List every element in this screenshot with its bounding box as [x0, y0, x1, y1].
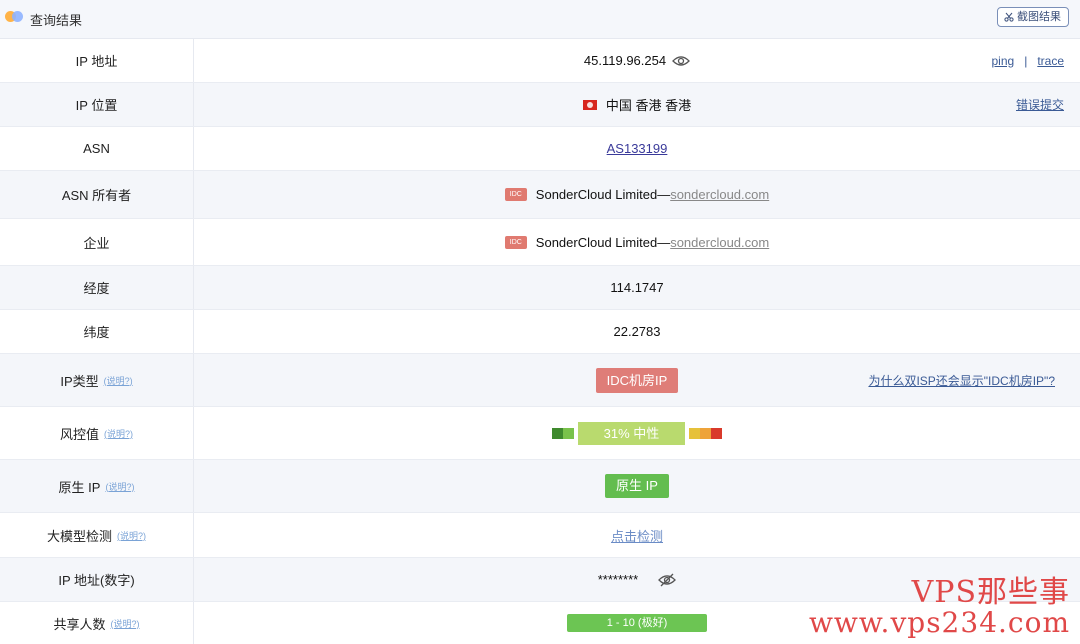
risk-segment — [689, 427, 700, 439]
latitude-label: 纬度 — [83, 325, 110, 340]
eye-icon[interactable] — [672, 55, 690, 67]
risk-label: 风控值 — [59, 426, 99, 442]
location-value-cell: 中国 香港 香港 — [194, 83, 1080, 126]
row-label: 共享人数 (说明?) — [0, 602, 194, 644]
latitude-value: 22.2783 — [613, 324, 661, 339]
why-idc-link[interactable]: 为什么双ISP还会显示"IDC机房IP"? — [868, 372, 1055, 389]
risk-score-indicator: 31% 中性 — [578, 421, 685, 445]
hong-kong-flag-icon — [582, 99, 597, 110]
row-asn-owner: ASN 所有者 IDC SonderCloud Limited— sonderc… — [0, 171, 1080, 219]
watermark: VPS那些事 www.vps234.com — [809, 578, 1070, 638]
ip-type-actions: 为什么双ISP还会显示"IDC机房IP"? — [868, 354, 1055, 406]
row-label: 企业 — [0, 219, 194, 265]
idc-badge-icon: IDC — [504, 235, 527, 249]
location-value: 中国 香港 香港 — [605, 98, 692, 113]
llm-value-cell: 点击检测 — [194, 513, 1080, 557]
idc-badge-icon: IDC — [504, 188, 527, 201]
row-label: ASN — [0, 127, 194, 170]
row-native-ip: 原生 IP (说明?) 原生 IP — [0, 460, 1080, 513]
row-label: IP 地址 — [0, 39, 194, 82]
row-latitude: 纬度 22.2783 — [0, 310, 1080, 354]
help-link[interactable]: (说明?) — [105, 480, 134, 493]
help-link[interactable]: (说明?) — [111, 617, 140, 630]
longitude-value: 114.1747 — [610, 280, 664, 295]
native-ip-value-cell: 原生 IP — [194, 460, 1080, 512]
asn-owner-label: ASN 所有者 — [61, 188, 132, 203]
results-header: 查询结果 截图结果 — [0, 0, 1080, 39]
asn-owner-name: SonderCloud Limited— — [535, 187, 671, 202]
eye-off-icon[interactable] — [658, 573, 677, 587]
separator: | — [1024, 53, 1028, 68]
latitude-value-cell: 22.2783 — [194, 310, 1080, 353]
llm-label: 大模型检测 — [46, 528, 112, 544]
row-label: ASN 所有者 — [0, 171, 194, 218]
shared-users-bar: 1 - 10 (极好) — [567, 614, 707, 632]
risk-segment — [700, 427, 711, 439]
native-ip-label: 原生 IP — [58, 479, 101, 495]
location-label: IP 位置 — [75, 98, 118, 113]
risk-segment — [563, 427, 574, 439]
row-company: 企业 IDC SonderCloud Limited— sondercloud.… — [0, 219, 1080, 266]
ip-numeric-value: ******** — [597, 572, 639, 587]
row-label: IP类型 (说明?) — [0, 354, 194, 406]
help-link[interactable]: (说明?) — [104, 427, 133, 440]
row-longitude: 经度 114.1747 — [0, 266, 1080, 310]
asn-label: ASN — [83, 141, 110, 156]
asn-value-cell: AS133199 — [194, 127, 1080, 170]
ip-numeric-label: IP 地址(数字) — [58, 573, 135, 588]
ip-actions: ping | trace — [992, 39, 1065, 82]
row-ip-address: IP 地址 45.119.96.254 ping | trace — [0, 39, 1080, 83]
screenshot-button[interactable]: 截图结果 — [997, 7, 1069, 27]
page-title: 查询结果 — [30, 13, 83, 28]
location-actions: 错误提交 — [1016, 83, 1064, 126]
row-risk-score: 风控值 (说明?) 31% 中性 — [0, 407, 1080, 460]
asn-owner-domain-link[interactable]: sondercloud.com — [670, 187, 769, 202]
ip-type-tag: IDC机房IP — [595, 367, 679, 393]
row-label: 经度 — [0, 266, 194, 309]
asn-link[interactable]: AS133199 — [607, 141, 668, 156]
shared-label: 共享人数 — [53, 616, 106, 632]
row-label: 风控值 (说明?) — [0, 407, 194, 459]
ping-link[interactable]: ping — [992, 54, 1015, 68]
ip-label: IP 地址 — [75, 54, 118, 69]
ip-value-cell: 45.119.96.254 — [194, 39, 1080, 82]
risk-value-cell: 31% 中性 — [194, 407, 1080, 459]
help-link[interactable]: (说明?) — [104, 374, 133, 387]
row-label: 原生 IP (说明?) — [0, 460, 194, 512]
detect-link[interactable]: 点击检测 — [611, 526, 663, 545]
row-llm-detection: 大模型检测 (说明?) 点击检测 — [0, 513, 1080, 558]
company-value-cell: IDC SonderCloud Limited— sondercloud.com — [194, 219, 1080, 265]
longitude-label: 经度 — [83, 281, 110, 296]
row-label: IP 地址(数字) — [0, 558, 194, 601]
native-ip-tag: 原生 IP — [605, 474, 669, 498]
row-ip-type: IP类型 (说明?) IDC机房IP 为什么双ISP还会显示"IDC机房IP"? — [0, 354, 1080, 407]
watermark-line1: VPS那些事 — [911, 575, 1070, 610]
watermark-line2: www.vps234.com — [808, 606, 1070, 639]
report-error-link[interactable]: 错误提交 — [1016, 96, 1064, 113]
row-label: 纬度 — [0, 310, 194, 353]
ip-type-label: IP类型 — [60, 373, 99, 389]
scissors-icon — [1004, 12, 1014, 22]
company-label: 企业 — [83, 235, 110, 251]
company-domain-link[interactable]: sondercloud.com — [670, 235, 769, 250]
help-link[interactable]: (说明?) — [117, 529, 146, 542]
app-logo-icon — [5, 10, 25, 24]
row-asn: ASN AS133199 — [0, 127, 1080, 171]
company-name: SonderCloud Limited— — [535, 234, 671, 250]
risk-segment — [711, 427, 722, 439]
longitude-value-cell: 114.1747 — [194, 266, 1080, 309]
row-label: IP 位置 — [0, 83, 194, 126]
risk-segment — [552, 427, 563, 439]
row-label: 大模型检测 (说明?) — [0, 513, 194, 557]
screenshot-button-label: 截图结果 — [1017, 11, 1061, 23]
trace-link[interactable]: trace — [1037, 54, 1064, 68]
row-ip-location: IP 位置 中国 香港 香港 错误提交 — [0, 83, 1080, 127]
risk-meter: 31% 中性 — [552, 421, 722, 445]
ip-value: 45.119.96.254 — [583, 53, 667, 68]
asn-owner-value-cell: IDC SonderCloud Limited— sondercloud.com — [194, 171, 1080, 218]
